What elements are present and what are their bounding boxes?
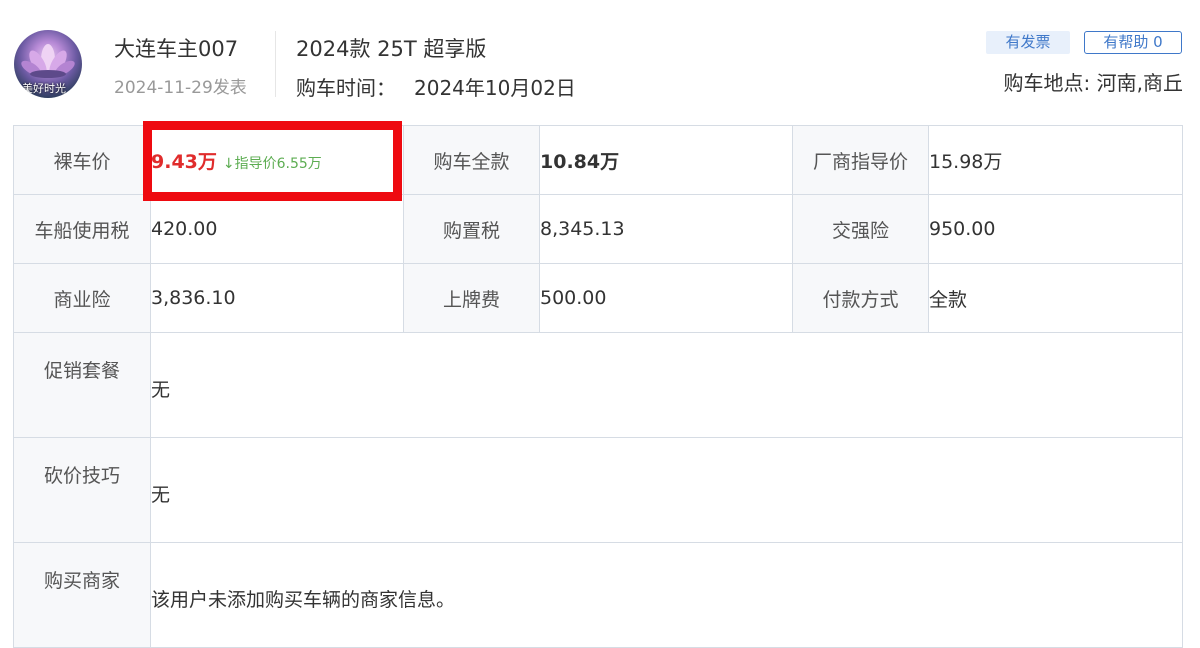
promo-package-label: 促销套餐: [13, 332, 151, 438]
plate-fee-value: 500.00: [539, 263, 793, 333]
purchase-tax-value: 8,345.13: [539, 194, 793, 264]
username[interactable]: 大连车主007: [114, 33, 238, 63]
car-model[interactable]: 2024款 25T 超享版: [296, 33, 486, 63]
table-row: 砍价技巧 无: [13, 437, 1183, 543]
header-divider: [275, 31, 276, 97]
vessel-tax-label: 车船使用税: [13, 194, 151, 264]
avatar-caption: 美好时光: [22, 82, 66, 95]
buy-time-value: 2024年10月02日: [414, 76, 576, 100]
payment-method-label: 付款方式: [792, 263, 929, 333]
table-row: 车船使用税 420.00 购置税 8,345.13 交强险 950.00: [13, 194, 1183, 264]
bare-price-label: 裸车价: [13, 125, 151, 195]
payment-method-value: 全款: [928, 263, 1183, 333]
buy-time: 购车时间： 2024年10月02日: [296, 72, 576, 101]
plate-fee-label: 上牌费: [403, 263, 540, 333]
price-drop-note: ↓指导价6.55万: [222, 155, 322, 172]
promo-package-value: 无: [150, 332, 1183, 438]
review-header: 美好时光 大连车主007 2024-11-29发表 2024款 25T 超享版 …: [0, 0, 1200, 120]
bare-price-cell: 9.43万 ↓指导价6.55万: [150, 125, 404, 195]
msrp-value: 15.98万: [928, 125, 1183, 195]
dealer-label: 购买商家: [13, 542, 151, 648]
commercial-insurance-label: 商业险: [13, 263, 151, 333]
compulsory-insurance-label: 交强险: [792, 194, 929, 264]
helpful-button[interactable]: 有帮助 0: [1084, 31, 1182, 54]
avatar[interactable]: 美好时光: [14, 30, 82, 98]
compulsory-insurance-value: 950.00: [928, 194, 1183, 264]
total-price-value: 10.84万: [539, 125, 793, 195]
post-date: 2024-11-29发表: [114, 78, 247, 98]
table-row: 购买商家 该用户未添加购买车辆的商家信息。: [13, 542, 1183, 648]
table-row: 裸车价 9.43万 ↓指导价6.55万 购车全款 10.84万 厂商指导价 15.…: [13, 125, 1183, 195]
bargain-tips-label: 砍价技巧: [13, 437, 151, 543]
buy-time-label: 购车时间：: [296, 76, 396, 100]
bargain-tips-value: 无: [150, 437, 1183, 543]
table-row: 促销套餐 无: [13, 332, 1183, 438]
msrp-label: 厂商指导价: [792, 125, 929, 195]
purchase-tax-label: 购置税: [403, 194, 540, 264]
purchase-details-table: 裸车价 9.43万 ↓指导价6.55万 购车全款 10.84万 厂商指导价 15.…: [13, 125, 1183, 648]
total-price-label: 购车全款: [403, 125, 540, 195]
dealer-value: 该用户未添加购买车辆的商家信息。: [150, 542, 1183, 648]
vessel-tax-value: 420.00: [150, 194, 404, 264]
table-row: 商业险 3,836.10 上牌费 500.00 付款方式 全款: [13, 263, 1183, 333]
invoice-badge: 有发票: [986, 31, 1070, 54]
bare-price-value: 9.43万: [151, 150, 217, 173]
commercial-insurance-value: 3,836.10: [150, 263, 404, 333]
purchase-location: 购车地点: 河南,商丘: [1003, 71, 1183, 95]
